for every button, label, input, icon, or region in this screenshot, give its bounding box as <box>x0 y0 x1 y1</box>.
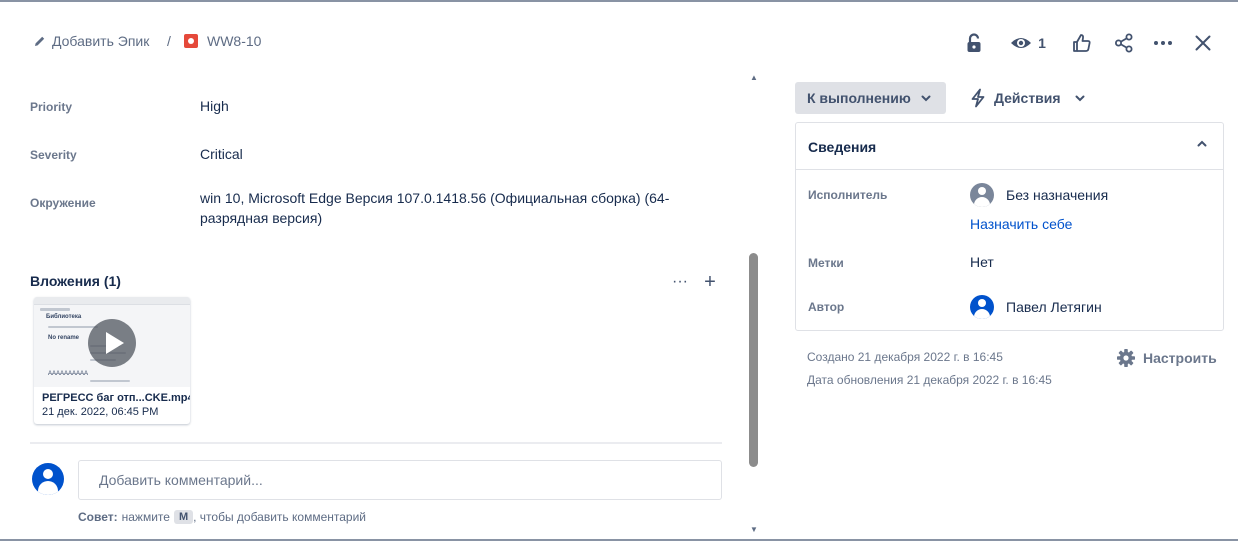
avatar <box>970 183 994 207</box>
environment-value[interactable]: win 10, Microsoft Edge Версия 107.0.1418… <box>200 188 720 228</box>
attachment-date: 21 дек. 2022, 06:45 PM <box>42 406 159 418</box>
reporter-value[interactable]: Павел Летягин <box>970 295 1102 319</box>
details-title: Сведения <box>808 139 877 155</box>
priority-label: Priority <box>30 100 73 114</box>
scroll-up-arrow[interactable]: ▲ <box>748 73 760 83</box>
thumbnail-row: No rename <box>48 335 80 341</box>
bug-icon <box>184 34 198 48</box>
close-icon <box>1195 35 1211 51</box>
issue-header: Добавить Эпик / WW8-10 1 <box>0 2 1238 72</box>
environment-line-2: разрядная версия) <box>200 210 323 226</box>
section-divider <box>30 442 722 444</box>
watch-button[interactable]: 1 <box>1008 30 1048 56</box>
add-epic-label: Добавить Эпик <box>52 33 150 49</box>
reporter-name: Павел Летягин <box>1006 299 1102 315</box>
issue-key-link[interactable]: WW8-10 <box>184 33 261 49</box>
lock-button[interactable] <box>962 30 986 56</box>
video-thumbnail: Библиотека No rename АААААААААА <box>34 297 190 387</box>
issue-key-label: WW8-10 <box>207 33 262 49</box>
thumbnail-line <box>48 326 98 328</box>
priority-value[interactable]: High <box>200 96 229 116</box>
tip-suffix: , чтобы добавить комментарий <box>193 510 366 524</box>
attachment-card[interactable]: Библиотека No rename АААААААААА РЕГРЕСС … <box>34 297 190 424</box>
assignee-value[interactable]: Без назначения <box>970 183 1108 207</box>
attachment-name: РЕГРЕСС баг отп...CKE.mp4 <box>42 392 190 404</box>
severity-value[interactable]: Critical <box>200 144 243 164</box>
actions-dropdown[interactable]: Действия <box>966 82 1089 114</box>
lightning-icon <box>971 88 985 108</box>
avatar <box>32 463 64 495</box>
unlock-icon <box>967 33 981 52</box>
chevron-up-icon <box>1197 140 1207 147</box>
labels-value[interactable]: Нет <box>970 254 994 270</box>
play-icon[interactable] <box>88 319 136 367</box>
labels-label: Метки <box>808 256 844 270</box>
scrollbar-thumb[interactable] <box>749 253 758 467</box>
attachments-title: Вложения (1) <box>30 273 121 289</box>
configure-button[interactable]: Настроить <box>1116 348 1217 368</box>
reporter-label: Автор <box>808 300 845 314</box>
tip-text: нажмите <box>121 510 170 524</box>
severity-label: Severity <box>30 148 77 162</box>
eye-icon <box>1011 38 1032 48</box>
thumbnail-toolbar <box>34 297 190 305</box>
details-header[interactable]: Сведения <box>796 123 1223 170</box>
chevron-down-icon <box>921 95 931 101</box>
thumbnail-line <box>90 380 130 382</box>
thumbnail-text: АААААААААА <box>48 371 89 377</box>
share-icon <box>1115 33 1133 53</box>
updated-timestamp: Дата обновления 21 декабря 2022 г. в 16:… <box>807 373 1052 387</box>
breadcrumb-separator: / <box>167 33 171 49</box>
gear-icon <box>1117 349 1135 367</box>
assignee-name: Без назначения <box>1006 187 1109 203</box>
actions-label: Действия <box>994 90 1061 106</box>
like-button[interactable] <box>1070 30 1094 56</box>
comment-input[interactable]: Добавить комментарий... <box>78 460 722 500</box>
attachments-add-button[interactable]: + <box>700 271 720 293</box>
share-button[interactable] <box>1112 30 1136 56</box>
watch-count: 1 <box>1038 35 1046 51</box>
environment-label: Окружение <box>30 196 96 210</box>
shortcut-key: M <box>173 510 194 524</box>
status-label: К выполнению <box>807 90 911 106</box>
more-button[interactable] <box>1150 30 1176 56</box>
created-timestamp: Создано 21 декабря 2022 г. в 16:45 <box>807 350 1003 364</box>
assignee-label: Исполнитель <box>808 188 888 202</box>
labels-text: Нет <box>970 254 994 270</box>
thumbs-up-icon <box>1073 34 1091 52</box>
configure-label: Настроить <box>1143 350 1217 366</box>
close-button[interactable] <box>1191 30 1215 56</box>
details-panel: Сведения Исполнитель Без назначения Назн… <box>795 122 1224 331</box>
thumbnail-line <box>40 308 70 311</box>
tip-prefix: Совет: <box>78 510 118 524</box>
more-icon <box>1154 41 1172 45</box>
avatar <box>970 295 994 319</box>
environment-line-1: win 10, Microsoft Edge Версия 107.0.1418… <box>200 190 670 206</box>
scroll-down-arrow[interactable]: ▼ <box>748 525 760 535</box>
pencil-icon <box>35 36 45 46</box>
chevron-down-icon <box>1075 95 1085 101</box>
thumbnail-title: Библиотека <box>46 314 82 320</box>
add-epic-link[interactable]: Добавить Эпик <box>34 33 149 49</box>
status-dropdown[interactable]: К выполнению <box>795 82 946 114</box>
attachments-more-button[interactable]: ··· <box>670 272 690 292</box>
assign-to-me-link[interactable]: Назначить себе <box>970 216 1072 232</box>
comment-tip: Совет: нажмите M , чтобы добавить коммен… <box>78 510 366 524</box>
